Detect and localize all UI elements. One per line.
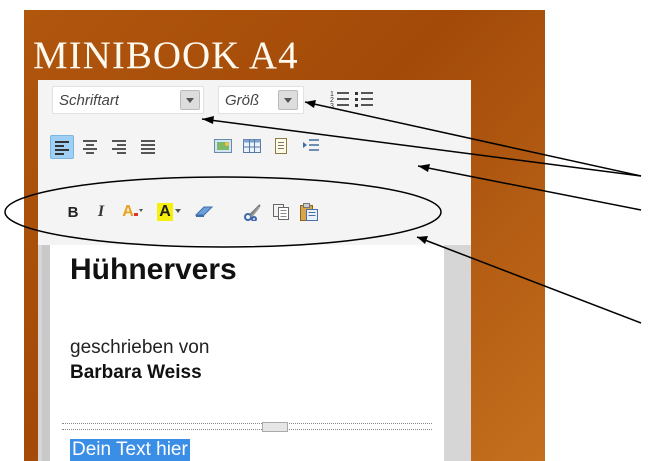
annotation-overlay — [4, 100, 642, 324]
arrow-line-paste — [416, 236, 642, 324]
arrowhead-size — [305, 100, 316, 108]
highlight-ellipse — [4, 176, 442, 248]
arrowhead-font — [202, 116, 214, 124]
arrowhead-paste — [417, 236, 428, 244]
arrow-line-indent — [417, 165, 642, 211]
arrowhead-indent — [418, 164, 430, 172]
